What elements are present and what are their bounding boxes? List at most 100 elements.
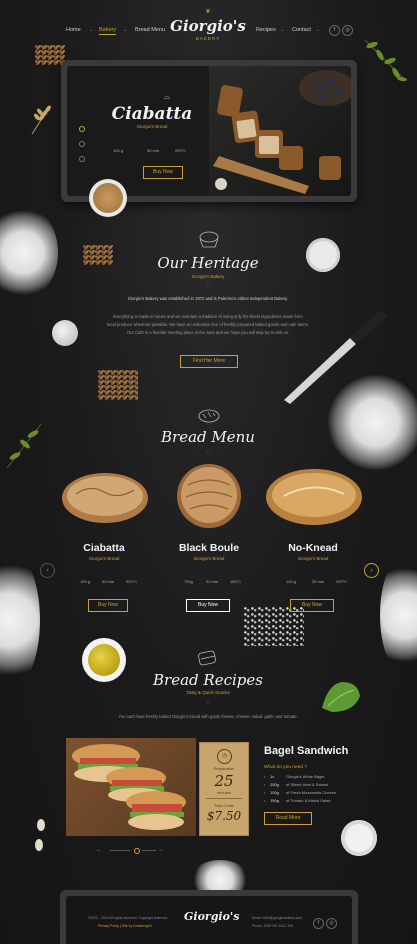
bread-loaf-icon — [197, 406, 221, 424]
footer-slate-board: ©1972 - 2016 All rights reserved. Copyri… — [60, 890, 358, 944]
hero-subtitle: Giorgio's Bread — [136, 124, 168, 129]
bread-recipes-title: Bread Recipes — [153, 671, 263, 689]
heritage-title: Our Heritage — [157, 254, 259, 272]
wheat-crest-icon: ❦ — [205, 9, 211, 15]
divider — [110, 850, 130, 851]
garlic-clove-icon — [33, 815, 49, 855]
flour-bowl-decoration — [341, 820, 377, 856]
hero-buy-now-button[interactable]: Buy Now — [143, 166, 183, 179]
pagination-dot[interactable] — [134, 848, 140, 854]
facebook-icon[interactable]: f — [313, 918, 324, 929]
next-arrow-icon[interactable]: → — [158, 847, 164, 853]
ingredients-list: • 1x Giorgio's White Bagel • 250g of Sliced … — [264, 774, 384, 806]
bread-subtitle: Giorgio's Bread — [193, 556, 225, 561]
weight-value: 100 g — [113, 148, 124, 153]
bread-basket-icon — [198, 230, 220, 248]
bread-recipes-subtitle: Tasty & Quick Snacks — [186, 690, 230, 695]
black-boule-bread-image — [174, 463, 244, 529]
heritage-paragraph: local produce wherever possible. We have… — [107, 322, 309, 327]
chevron-down-icon: ⌄ — [205, 283, 211, 289]
nav-item-bread-menu[interactable]: Bread Menu — [135, 27, 165, 33]
bread-name: Ciabatta — [83, 542, 125, 554]
wheat-icon — [28, 100, 56, 136]
list-item: • 100g of Fresh Mozzarella Cheese — [264, 790, 337, 795]
heritage-paragraph: Our Cafe is a favorite meeting place in … — [126, 330, 290, 335]
recipe-title: Bagel Sandwich — [264, 745, 349, 757]
flour-pile-decoration — [0, 205, 58, 300]
chevron-down-icon: ⌄ — [89, 27, 94, 33]
slider-dot[interactable] — [79, 156, 85, 162]
spice-decoration — [35, 45, 65, 65]
list-item: • 250g of Sliced Ham & Salami — [264, 782, 329, 787]
footer: ©1972 - 2016 All rights reserved. Copyri… — [66, 896, 352, 944]
spice-decoration — [98, 370, 138, 400]
find-more-button[interactable]: Find Her More — [180, 355, 238, 368]
logo[interactable]: ❦ Giorgio's BAKERY — [170, 8, 246, 50]
recipes-intro: You can't beat freshly baked Giorgio's b… — [118, 714, 298, 719]
bread-subtitle: Giorgio's Bread — [88, 556, 120, 561]
recipe-pagination: ← → — [96, 847, 166, 855]
page: Home ⌄ Bakery ⌄ Bread Menu Recipes ⌄ Con… — [0, 0, 417, 944]
salt-crystals-decoration — [244, 606, 304, 646]
salt-bowl-decoration — [306, 238, 340, 272]
ciabatta-bread-image — [60, 470, 150, 526]
nav-item-home[interactable]: Home — [66, 27, 81, 33]
footer-email[interactable]: Email: hello@giorgiosbakery.com — [252, 916, 322, 920]
weight-value: 100 g — [286, 579, 297, 584]
facebook-icon[interactable]: f — [329, 25, 340, 36]
bread-name: No-Knead — [288, 542, 338, 554]
temperature-value: 220°C — [126, 579, 138, 584]
instagram-icon[interactable]: ◎ — [326, 918, 337, 929]
next-arrow-button[interactable]: › — [364, 563, 379, 578]
hero-slider: ⌓ Ciabatta Giorgio's Bread 100 g 30 min … — [67, 66, 351, 196]
buy-now-button[interactable]: Buy Now — [186, 599, 230, 612]
recipe-info-card: ◷ Preparation 25 minutes Total Costs $7.… — [199, 742, 249, 836]
slider-dot[interactable] — [79, 141, 85, 147]
prep-unit: minutes — [216, 790, 231, 795]
chevron-down-icon: ⌄ — [205, 699, 211, 705]
footer-links[interactable]: Privacy Policy | Site by Dreamingful — [98, 924, 178, 928]
nav-item-recipes[interactable]: Recipes — [256, 27, 276, 33]
ingredients-heading: What do you need ? — [264, 765, 307, 770]
bread-name: Black Boule — [178, 542, 240, 554]
bread-outline-icon: ⌓ — [163, 92, 171, 101]
prep-value: 25 — [214, 772, 234, 790]
prev-arrow-icon[interactable]: ← — [96, 847, 102, 853]
logo-subtitle: BAKERY — [195, 36, 221, 41]
read-more-button[interactable]: Read More — [264, 812, 312, 825]
weight-value: 100 g — [80, 579, 91, 584]
logo-text: Giorgio's — [170, 17, 246, 35]
divider — [206, 798, 242, 799]
heritage-subtitle: Giorgio's Bakery — [191, 274, 225, 279]
list-item: • 150g of Tomato & Mixed Salad — [264, 798, 331, 803]
hero-bread-photo — [209, 66, 351, 196]
footer-phone: Phone: 0039 091 6212 195 — [252, 924, 293, 928]
buy-now-button[interactable]: Buy Now — [88, 599, 128, 612]
footer-logo[interactable]: Giorgio's — [184, 910, 239, 923]
chevron-down-icon: ⌄ — [123, 27, 128, 33]
weight-value: 700g — [184, 579, 193, 584]
temperature-value: 200°C — [175, 148, 187, 153]
grain-bowl-decoration — [89, 179, 127, 217]
prev-arrow-button[interactable]: ‹ — [40, 563, 55, 578]
herb-leaves-icon — [360, 35, 410, 85]
bread-menu-title: Bread Menu — [161, 428, 255, 446]
cost-value: $7.50 — [206, 809, 242, 823]
clock-icon: ◷ — [217, 749, 232, 764]
divider — [142, 850, 156, 851]
nav-item-contact[interactable]: Contact — [292, 27, 311, 33]
chevron-down-icon: ⌄ — [280, 27, 285, 33]
chevron-down-icon: ⌄ — [316, 27, 321, 33]
instagram-icon[interactable]: ◎ — [342, 25, 353, 36]
copyright-text: ©1972 - 2016 All rights reserved. Copyri… — [88, 916, 168, 920]
cost-label: Total Costs — [214, 803, 234, 808]
flour-pile-decoration — [380, 555, 417, 675]
list-item: • 1x Giorgio's White Bagel — [264, 774, 325, 779]
time-value: 30 min — [312, 579, 325, 584]
hero-title: Ciabatta — [111, 104, 193, 124]
time-value: 30 min — [147, 148, 160, 153]
nav-item-bakery[interactable]: Bakery — [99, 27, 117, 35]
buy-now-button[interactable]: Buy Now — [290, 599, 334, 612]
time-value: 20 min — [206, 579, 219, 584]
slider-dot[interactable] — [79, 126, 85, 132]
